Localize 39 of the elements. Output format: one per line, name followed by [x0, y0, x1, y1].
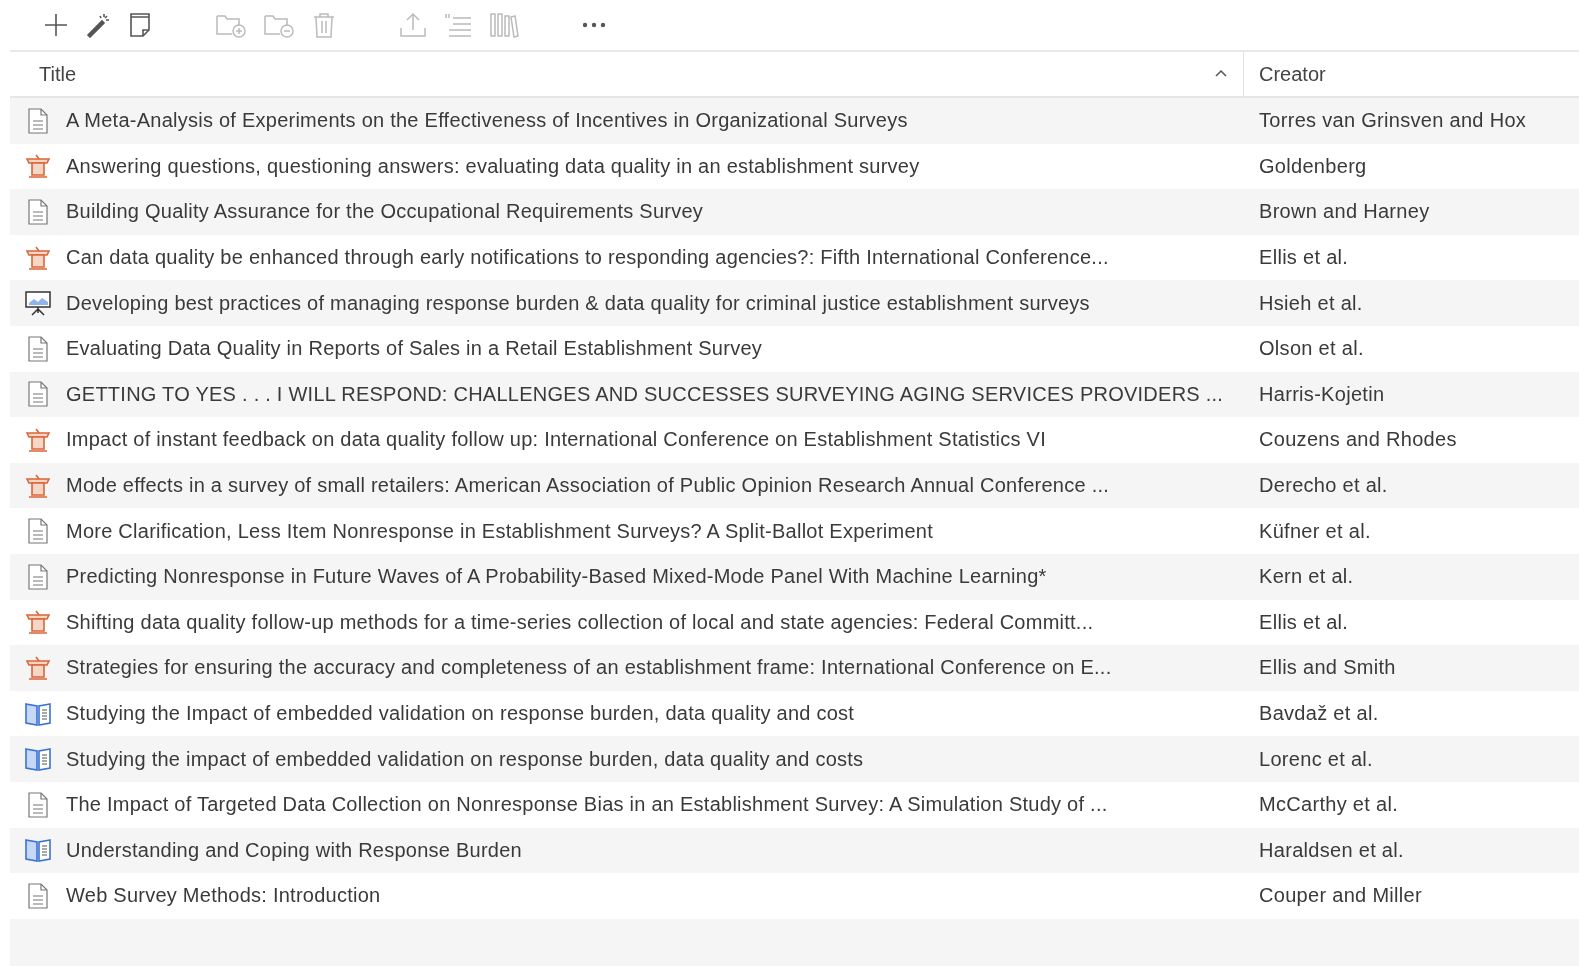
creator-cell: Ellis et al.: [1259, 610, 1349, 634]
creator-cell: Lorenc et al.: [1259, 747, 1373, 771]
creator-cell: Bavdaž et al.: [1259, 702, 1379, 725]
creator-cell: Harris-Kojetin: [1259, 382, 1385, 406]
creator-cell: Torres van Grinsven and Hox: [1259, 109, 1527, 133]
title-cell: Shifting data quality follow-up methods for a time-series collection of local and state agencies: Federal Committ...: [66, 610, 1094, 634]
title-cell: Evaluating Data Quality in Reports of Sales in a Retail Establishment Survey: [66, 337, 762, 361]
title-cell: Strategies for ensuring the accuracy and completeness of an establishment frame: International Conference on E...: [66, 656, 1112, 680]
creator-cell: Haraldsen et al.: [1259, 838, 1404, 862]
creator-cell: Kern et al.: [1259, 565, 1354, 589]
creator-cell: Couper and Miller: [1259, 884, 1422, 908]
title-cell: GETTING TO YES . . . I WILL RESPOND: CHALLENGES AND SUCCESSES SURVEYING AGING SERVICES PROVIDERS ...: [66, 382, 1224, 406]
creator-cell: Ellis et al.: [1259, 246, 1349, 270]
title-cell: Understanding and Coping with Response Burden: [66, 838, 522, 862]
title-cell: A Meta-Analysis of Experiments on the Effectiveness of Incentives in Organizational Surveys: [66, 109, 908, 133]
sort-chevron-icon[interactable]: [1215, 69, 1227, 77]
title-cell: Predicting Nonresponse in Future Waves of A Probability-Based Mixed-Mode Panel With Machine Learning*: [66, 565, 1047, 589]
title-cell: Impact of instant feedback on data quality follow up: International Conference on Establishment Statistics VI: [66, 428, 1046, 452]
creator-cell: Derecho et al.: [1259, 474, 1388, 498]
creator-cell: Couzens and Rhodes: [1259, 428, 1457, 452]
column-header[interactable]: Title: [10, 52, 1244, 96]
creator-cell: Ellis and Smith: [1259, 656, 1396, 680]
creator-cell: Brown and Harney: [1259, 200, 1430, 224]
title-cell: Answering questions, questioning answers: evaluating data quality in an establishment survey: [66, 154, 920, 178]
creator-cell: Hsieh et al.: [1259, 291, 1363, 315]
title-cell: More Clarification, Less Item Nonresponse in Establishment Surveys? A Split-Ballot Experiment: [66, 519, 933, 543]
title-cell: Web Survey Methods: Introduction: [66, 884, 381, 908]
title-cell: Studying the Impact of embedded validation on response burden, data quality and cost: [66, 702, 855, 725]
title-cell: Mode effects in a survey of small retailers: American Association of Public Opinion Research Annual Conference ...: [66, 474, 1110, 498]
title-cell: Studying the impact of embedded validation on response burden, data quality and costs: [66, 747, 864, 771]
creator-cell: Goldenberg: [1259, 154, 1367, 178]
creator-cell: Küfner et al.: [1259, 519, 1371, 543]
column-header[interactable]: Creator: [1244, 52, 1579, 96]
creator-cell: Olson et al.: [1259, 337, 1364, 361]
title-cell: Developing best practices of managing response burden & data quality for criminal justice establishment surveys: [66, 291, 1090, 315]
title-cell: The Impact of Targeted Data Collection on Nonresponse Bias in an Establishment Survey: A Simulation Study of ...: [66, 793, 1108, 817]
creator-cell: McCarthy et al.: [1259, 793, 1398, 817]
title-cell: Building Quality Assurance for the Occupational Requirements Survey: [66, 200, 704, 224]
title-cell: Can data quality be enhanced through early notifications to responding agencies?: Fifth International Conference...: [66, 246, 1109, 270]
